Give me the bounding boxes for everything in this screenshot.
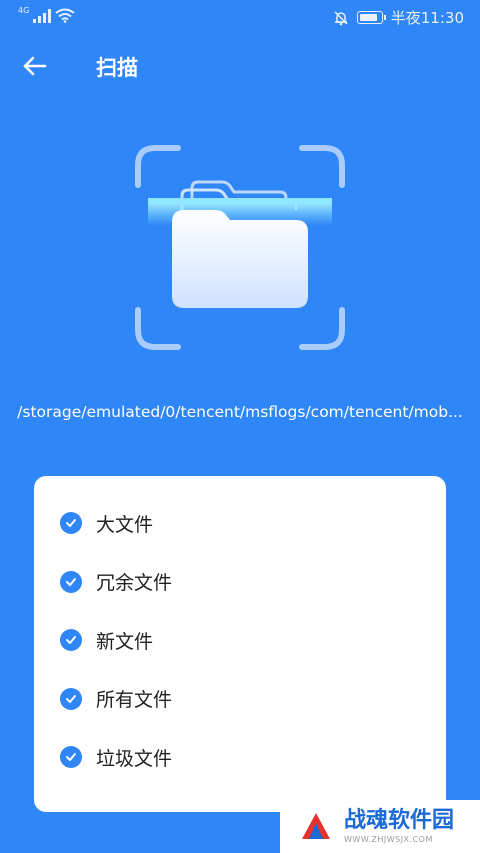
scan-type-label: 冗余文件 [96,572,173,595]
back-button[interactable] [20,50,52,82]
scan-type-item-new-files[interactable]: 新文件 [60,611,446,670]
arrow-left-icon [23,56,47,76]
checkmark-icon [60,570,82,593]
scan-path-text: /storage/emulated/0/tencent/msflogs/com/… [17,403,463,421]
status-time: 半夜11:30 [390,9,464,27]
battery-icon [356,11,386,24]
checkmark-icon [60,629,82,652]
bell-off-icon [334,10,348,25]
folder-scan-illustration [130,140,350,355]
scan-type-label: 所有文件 [96,689,173,712]
watermark-url: WWW.ZHJWSJX.COM [344,834,433,844]
checkmark-icon [60,512,82,535]
scan-type-label: 大文件 [96,513,154,536]
scan-type-item-large-files[interactable]: 大文件 [60,494,446,553]
status-left: 4G [18,6,75,23]
watermark-name: 战魂软件园 [344,807,455,833]
checkmark-icon [60,687,82,710]
scan-graphic [135,145,345,350]
scan-type-label: 新文件 [96,630,154,653]
scan-type-item-redundant-files[interactable]: 冗余文件 [60,553,446,612]
scan-type-card: 大文件 冗余文件 新文件 所有文件 垃圾文件 [34,476,446,812]
signal-icon [33,8,52,23]
header: 扫描 [0,42,480,90]
wifi-icon [55,8,75,23]
status-right: 半夜11:30 [333,7,464,28]
status-bar: 4G 半夜11:30 [0,0,480,34]
scan-type-label: 垃圾文件 [96,747,173,770]
checkmark-icon [60,746,82,769]
network-type: 4G [18,6,30,15]
watermark-logo-icon [302,812,330,839]
page-title: 扫描 [96,56,138,80]
scan-type-item-junk-files[interactable]: 垃圾文件 [60,728,446,787]
site-watermark: 战魂软件园 WWW.ZHJWSJX.COM [280,800,480,853]
scan-type-item-all-files[interactable]: 所有文件 [60,670,446,729]
